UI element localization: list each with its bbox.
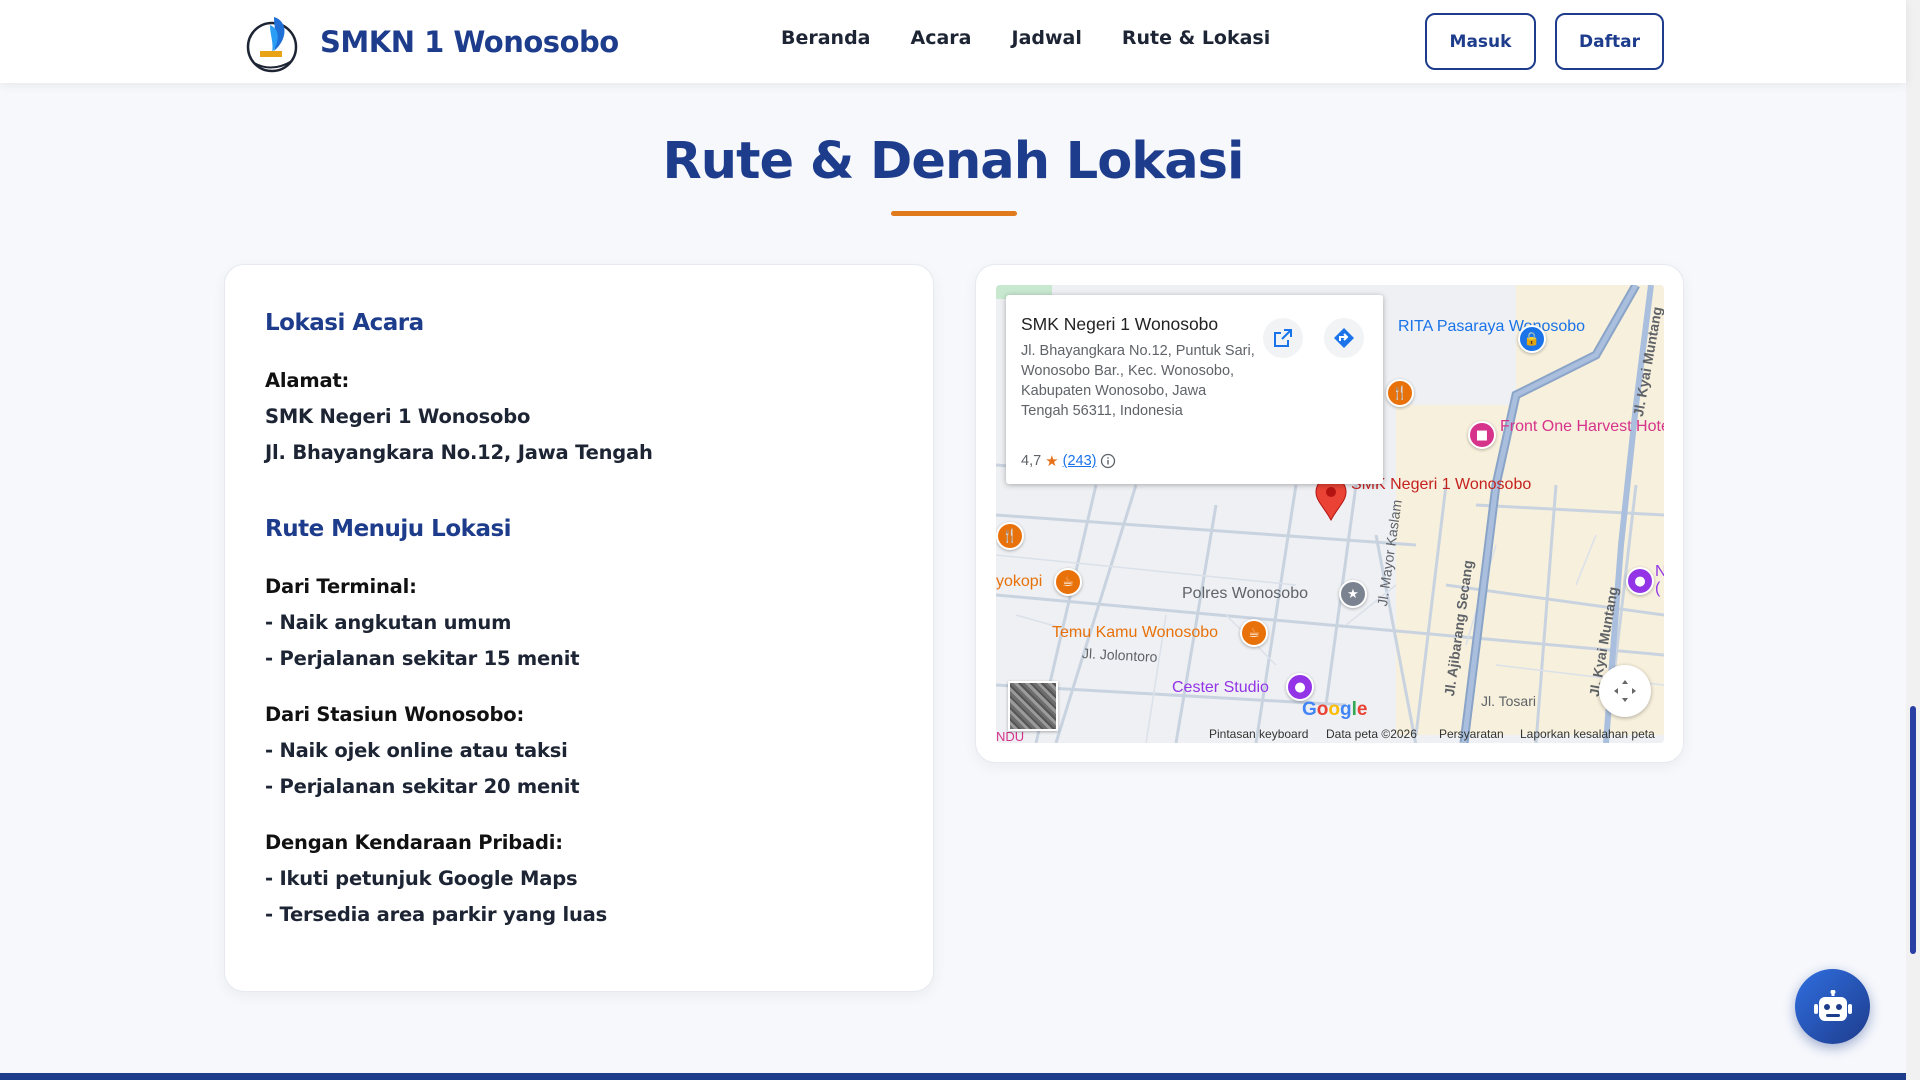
title-underline bbox=[891, 211, 1017, 216]
fullscreen-button[interactable] bbox=[1599, 665, 1651, 717]
open-in-maps-button[interactable] bbox=[1263, 318, 1303, 358]
star-icon: ★ bbox=[1045, 453, 1059, 470]
section-title: Rute & Denah Lokasi bbox=[662, 132, 1245, 191]
register-button[interactable]: Daftar bbox=[1555, 13, 1664, 70]
map-data-text: Data peta ©2026 bbox=[1326, 727, 1417, 741]
report-error-link[interactable]: Laporkan kesalahan peta bbox=[1520, 727, 1655, 741]
map-label-temu[interactable]: Temu Kamu Wonosobo bbox=[1052, 624, 1218, 642]
map-label-kopi[interactable]: yokopi bbox=[996, 573, 1042, 591]
scrollbar-thumb[interactable] bbox=[1910, 706, 1916, 954]
nav-rute-lokasi[interactable]: Rute & Lokasi bbox=[1122, 27, 1270, 49]
map-label-cester[interactable]: Cester Studio bbox=[1172, 679, 1269, 697]
terms-link[interactable]: Persyaratan bbox=[1439, 727, 1504, 741]
footer-top-edge bbox=[0, 1073, 1906, 1080]
school-logo-icon bbox=[246, 17, 298, 73]
nav-beranda[interactable]: Beranda bbox=[781, 27, 871, 49]
embedded-map[interactable]: RITA Pasaraya Wonosobo 🔒 🍴 ■ Front One H… bbox=[996, 285, 1664, 743]
top-navbar: SMKN 1 Wonosobo Beranda Acara Jadwal Rut… bbox=[0, 0, 1906, 83]
place-rating: 4,7 ★ (243) bbox=[1021, 452, 1116, 470]
google-logo: Google bbox=[1302, 699, 1368, 720]
place-info-window: SMK Negeri 1 Wonosobo Jl. Bhayangkara No… bbox=[1006, 295, 1383, 484]
route-item: - Perjalanan sekitar 20 menit bbox=[265, 775, 580, 798]
cafe-pin-icon[interactable]: ☕ bbox=[1054, 568, 1082, 596]
cafe-pin-icon[interactable]: ☕ bbox=[1240, 619, 1268, 647]
robot-icon bbox=[1813, 989, 1852, 1021]
shopping-pin-icon[interactable]: 🔒 bbox=[1518, 325, 1546, 353]
route-group-title: Dari Terminal: bbox=[265, 575, 417, 598]
chatbot-button[interactable] bbox=[1795, 969, 1870, 1044]
directions-icon bbox=[1334, 328, 1354, 348]
route-item: - Ikuti petunjuk Google Maps bbox=[265, 867, 578, 890]
address-label: Alamat: bbox=[265, 369, 350, 392]
keyboard-shortcuts-link[interactable]: Pintasan keyboard bbox=[1209, 727, 1308, 741]
route-item: - Tersedia area parkir yang luas bbox=[265, 903, 608, 926]
map-label-polres[interactable]: Polres Wonosobo bbox=[1182, 585, 1308, 603]
map-attribution: Pintasan keyboard Data peta ©2026 Persya… bbox=[996, 725, 1664, 743]
map-label-hotel[interactable]: Front One Harvest Hotel Wonosobo bbox=[1500, 418, 1664, 435]
place-name: SMK Negeri 1 Wonosobo bbox=[1021, 314, 1219, 334]
address-line-1: SMK Negeri 1 Wonosobo bbox=[265, 405, 531, 428]
place-pin-icon[interactable]: ● bbox=[1626, 567, 1654, 595]
fullscreen-icon bbox=[1614, 680, 1636, 702]
location-heading: Lokasi Acara bbox=[265, 310, 424, 336]
restaurant-pin-icon[interactable]: 🍴 bbox=[996, 522, 1024, 550]
external-link-icon bbox=[1274, 329, 1292, 347]
map-label-edge-n: N bbox=[1655, 563, 1664, 580]
rating-value: 4,7 bbox=[1021, 453, 1042, 469]
route-group-title: Dengan Kendaraan Pribadi: bbox=[265, 831, 563, 854]
route-item: - Naik angkutan umum bbox=[265, 611, 512, 634]
login-button[interactable]: Masuk bbox=[1425, 13, 1536, 70]
route-item: - Perjalanan sekitar 15 menit bbox=[265, 647, 580, 670]
route-group-title: Dari Stasiun Wonosobo: bbox=[265, 703, 525, 726]
directions-button[interactable] bbox=[1324, 318, 1364, 358]
map-label-edge: N ( bbox=[1655, 563, 1664, 597]
map-label-edge-paren: ( bbox=[1655, 580, 1661, 597]
nav-jadwal[interactable]: Jadwal bbox=[1012, 27, 1082, 49]
restaurant-pin-icon[interactable]: 🍴 bbox=[1386, 379, 1414, 407]
main-nav: Beranda Acara Jadwal Rute & Lokasi bbox=[781, 27, 1310, 49]
reviews-link[interactable]: (243) bbox=[1063, 453, 1097, 469]
route-heading: Rute Menuju Lokasi bbox=[265, 516, 512, 542]
hotel-pin-icon[interactable]: ■ bbox=[1468, 421, 1496, 449]
location-info-card: Lokasi Acara Alamat: SMK Negeri 1 Wonoso… bbox=[224, 264, 934, 992]
info-icon[interactable] bbox=[1100, 453, 1116, 469]
map-label-road: Jl. Tosari bbox=[1481, 693, 1536, 709]
address-line-2: Jl. Bhayangkara No.12, Jawa Tengah bbox=[265, 441, 653, 464]
brand-name: SMKN 1 Wonosobo bbox=[320, 25, 619, 59]
map-card: RITA Pasaraya Wonosobo 🔒 🍴 ■ Front One H… bbox=[975, 264, 1684, 763]
route-item: - Naik ojek online atau taksi bbox=[265, 739, 568, 762]
map-label-rita[interactable]: RITA Pasaraya Wonosobo bbox=[1398, 318, 1585, 335]
police-pin-icon[interactable]: ★ bbox=[1339, 580, 1367, 608]
satellite-toggle[interactable] bbox=[1008, 681, 1058, 731]
nav-acara[interactable]: Acara bbox=[911, 27, 972, 49]
brand-logo-link[interactable]: SMKN 1 Wonosobo bbox=[244, 11, 619, 73]
studio-pin-icon[interactable]: ● bbox=[1286, 673, 1314, 701]
place-address: Jl. Bhayangkara No.12, Puntuk Sari, Wono… bbox=[1021, 343, 1255, 419]
